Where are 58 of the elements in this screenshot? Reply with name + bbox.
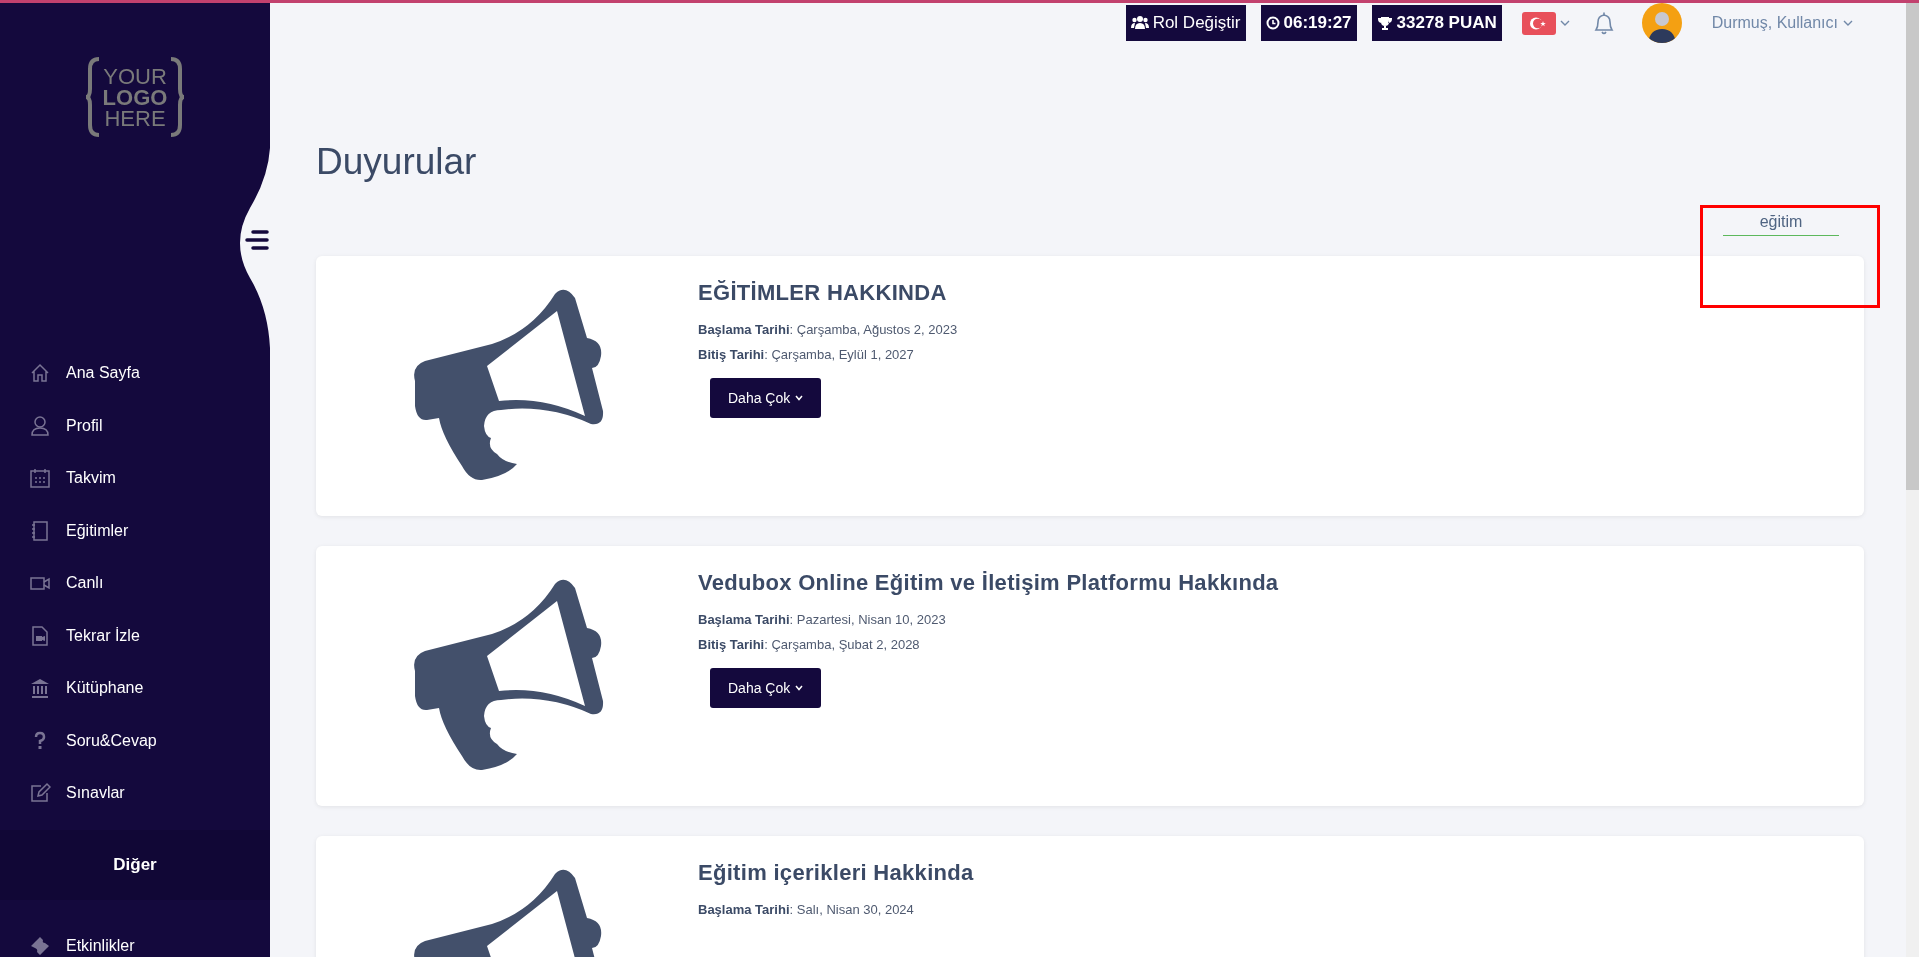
caret-icon [1843, 19, 1853, 27]
logo-text: YOUR LOGO HERE [102, 65, 168, 129]
sidebar-item-label: Ana Sayfa [66, 364, 140, 383]
sidebar-item-label: Kütüphane [66, 679, 144, 698]
announcement-title: Vedubox Online Eğitim ve İletişim Platformu Hakkında [698, 570, 1279, 596]
announcement-date: Başlama Tarihi: Pazartesi, Nisan 10, 2023 [698, 612, 947, 627]
sidebar-item-label: Eğitimler [66, 521, 129, 540]
more-button[interactable]: Daha Çok [710, 378, 822, 418]
caret-icon [795, 395, 804, 401]
sidebar-item-label: Canlı [66, 574, 104, 593]
sidebar-item[interactable]: Etkinlikler [0, 919, 270, 957]
sidebar-item-icon [29, 782, 51, 805]
announcement-title: Eğitim içerikleri Hakkinda [698, 860, 974, 886]
sidebar-item[interactable]: Tekrar İzle [0, 609, 270, 662]
sidebar-item-label: Tekrar İzle [66, 626, 140, 645]
caret-icon[interactable] [1559, 19, 1570, 27]
sidebar-item-label: Sınavlar [66, 784, 125, 803]
sidebar-item-label: Etkinlikler [66, 936, 135, 955]
sidebar-item-label: Soru&Cevap [66, 731, 157, 750]
sidebar-item-icon [29, 624, 51, 647]
sidebar-item-icon [29, 414, 51, 437]
sidebar-item-label: Profil [66, 416, 103, 435]
search-field[interactable]: eğitim [1723, 209, 1839, 236]
sidebar-item[interactable]: Profil [0, 399, 270, 452]
sidebar-item-label: Takvim [66, 469, 116, 488]
more-button[interactable]: Daha Çok [710, 668, 822, 708]
menu-toggle-icon[interactable] [245, 229, 269, 251]
section-title: Diğer [0, 829, 270, 900]
logo-brace-icon [84, 57, 101, 137]
session-timer: 06:19:27 [1260, 5, 1357, 41]
sidebar-item[interactable]: Canlı [0, 557, 270, 610]
announcement-date: Bitiş Tarihi: Çarşamba, Eylül 1, 2027 [698, 347, 915, 362]
sidebar-item[interactable]: Ana Sayfa [0, 347, 270, 400]
announcement-date: Başlama Tarihi: Salı, Nisan 30, 2024 [698, 902, 915, 917]
sidebar-item-icon [29, 362, 51, 385]
sidebar-item[interactable]: Kütüphane [0, 662, 270, 715]
points-badge: 33278 PUAN [1371, 5, 1502, 41]
sidebar-item[interactable]: Takvim [0, 452, 270, 505]
scrollbar[interactable] [1906, 3, 1919, 957]
avatar[interactable] [1641, 3, 1682, 43]
sidebar-item-icon [29, 934, 51, 957]
trophy-icon [1376, 15, 1393, 31]
announcement-title: EĞİTİMLER HAKKINDA [698, 280, 948, 306]
sidebar-item[interactable]: Soru&Cevap [0, 714, 270, 767]
caret-icon [795, 685, 804, 691]
logo-brace-icon [169, 57, 186, 137]
sidebar-item-icon [29, 677, 51, 700]
clock-icon [1265, 16, 1280, 30]
flag-icon[interactable] [1521, 11, 1556, 35]
sidebar-item-icon [29, 519, 51, 542]
sidebar-item[interactable]: Eğitimler [0, 504, 270, 557]
announcement-date: Başlama Tarihi: Çarşamba, Ağustos 2, 2023 [698, 322, 958, 337]
announcement-date: Bitiş Tarihi: Çarşamba, Şubat 2, 2028 [698, 637, 921, 652]
sidebar-item[interactable]: Sınavlar [0, 767, 270, 820]
page-title: Duyurular [316, 141, 478, 184]
switch-role-button[interactable]: Rol Değiştir [1125, 5, 1246, 41]
users-icon [1130, 15, 1149, 31]
sidebar-item-icon [29, 467, 51, 490]
